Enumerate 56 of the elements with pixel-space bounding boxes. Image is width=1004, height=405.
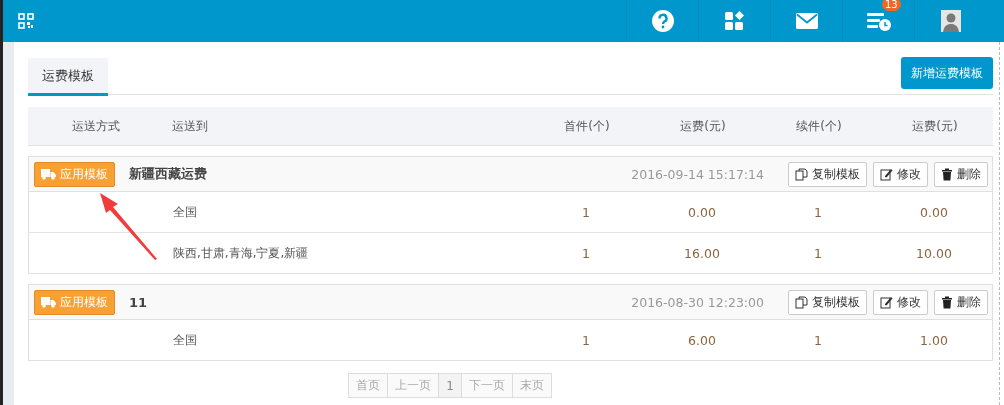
table-cell-text: 1 [581, 245, 591, 261]
edit-button[interactable]: 修改 [873, 289, 928, 315]
table-cell-text: 0.00 [687, 204, 717, 220]
table-cell-text: 1 [813, 332, 823, 348]
table-cell-text: 1 [581, 204, 591, 220]
pagination-button[interactable]: 下一页 [460, 373, 513, 398]
notification-badge: 13 [882, 0, 901, 11]
table-cell-text: 0.00 [919, 204, 949, 220]
annotation-arrow [99, 192, 159, 260]
column-header: 首件(个) [563, 117, 611, 135]
table-cell-text: 1.00 [919, 332, 949, 348]
column-header: 运送方式 [71, 117, 121, 135]
pagination-button[interactable]: 上一页 [387, 373, 440, 398]
truck-icon [41, 296, 56, 308]
table-cell-text: 1 [813, 245, 823, 261]
table-cell-text: 6.00 [687, 332, 717, 348]
template-name: 新疆西藏运费 [129, 165, 208, 183]
column-header: 运费(元) [679, 117, 727, 135]
column-header: 运费(元) [911, 117, 959, 135]
table-cell-text: 1 [581, 332, 591, 348]
tab[interactable]: 运费模板 [28, 58, 108, 96]
delete-button[interactable]: 删除 [934, 161, 988, 187]
table-cell-text: 1 [813, 204, 823, 220]
avatar[interactable] [940, 10, 961, 32]
qr-code-icon[interactable] [18, 13, 34, 29]
table-cell-text: 16.00 [683, 245, 721, 261]
edit-icon [880, 295, 893, 309]
column-header: 续件(个) [795, 117, 843, 135]
pagination-button[interactable]: 首页 [348, 373, 389, 398]
destination-cell-text: 全国 [172, 331, 198, 349]
destination-cell-text: 全国 [172, 203, 198, 221]
apply-template-button[interactable]: 应用模板 [34, 289, 115, 315]
task-list-icon[interactable] [866, 11, 891, 31]
trash-icon [941, 295, 953, 309]
pagination-button[interactable]: 末页 [511, 373, 552, 398]
copy-icon [795, 295, 808, 309]
delete-button[interactable]: 删除 [934, 289, 988, 315]
apps-icon[interactable] [724, 11, 745, 31]
copy-icon [795, 167, 808, 181]
column-header: 运送到 [171, 117, 209, 135]
trash-icon [941, 167, 953, 181]
copy-button[interactable]: 复制模板 [788, 161, 867, 187]
table-cell-text: 10.00 [915, 245, 953, 261]
mail-icon[interactable] [795, 13, 818, 29]
destination-cell-text: 陕西,甘肃,青海,宁夏,新疆 [172, 244, 310, 262]
truck-icon [41, 168, 56, 180]
pagination-button[interactable]: 1 [438, 373, 462, 398]
copy-button[interactable]: 复制模板 [788, 289, 867, 315]
edit-icon [880, 167, 893, 181]
template-date: 2016-09-14 15:17:14 [631, 166, 764, 182]
template-name: 11 [129, 294, 149, 310]
apply-template-button[interactable]: 应用模板 [34, 161, 115, 187]
add-template-button[interactable]: 新增运费模板 [901, 57, 993, 89]
template-date: 2016-08-30 12:23:00 [631, 294, 764, 310]
help-icon[interactable] [651, 10, 674, 32]
edit-button[interactable]: 修改 [873, 161, 928, 187]
